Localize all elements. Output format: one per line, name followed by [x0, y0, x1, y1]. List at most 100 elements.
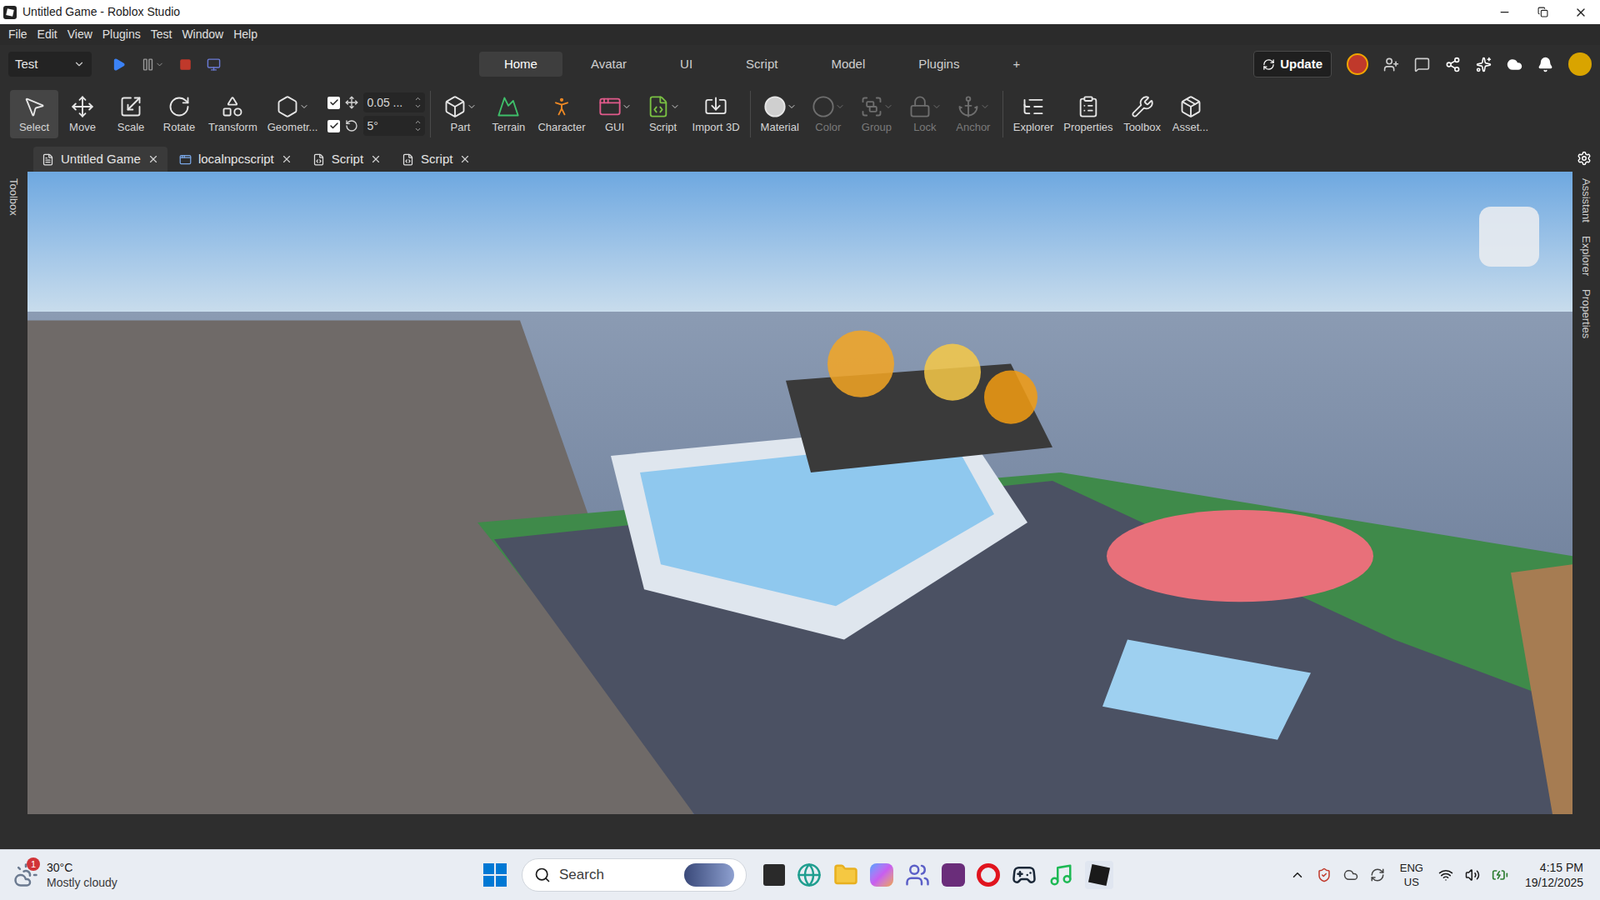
close-tab-icon[interactable] — [147, 153, 160, 165]
menu-item[interactable]: Plugins — [97, 25, 146, 44]
sync-icon[interactable] — [1370, 867, 1385, 883]
bell-icon[interactable] — [1537, 56, 1554, 73]
snap-field[interactable]: 5° — [363, 115, 425, 136]
profile-icon[interactable] — [1568, 52, 1592, 76]
user-plus-icon[interactable] — [1383, 56, 1400, 73]
language-indicator[interactable]: ENGUS — [1396, 860, 1427, 890]
ribbon-tab[interactable]: + — [987, 51, 1045, 78]
menu-item[interactable]: File — [3, 25, 33, 44]
document-tab[interactable]: Script — [304, 146, 390, 172]
dock-tab[interactable]: Explorer — [1575, 235, 1599, 276]
tray-overflow-icon[interactable] — [1290, 867, 1305, 883]
insert-button[interactable]: Character — [532, 90, 590, 139]
snap-checkbox[interactable] — [327, 120, 340, 133]
insert-button[interactable]: Script — [639, 90, 688, 139]
spin-down-icon[interactable] — [414, 125, 422, 134]
panel-button[interactable]: Toolbox — [1118, 90, 1167, 139]
panel-button[interactable]: Explorer — [1008, 90, 1059, 139]
menu-item[interactable]: Edit — [32, 25, 63, 44]
document-tab[interactable]: localnpcscript — [170, 146, 301, 172]
tool-button-icon — [167, 95, 191, 119]
stop-icon[interactable] — [179, 58, 192, 71]
sparkles-icon[interactable] — [1475, 56, 1492, 73]
ribbon-tab[interactable]: Home — [479, 51, 563, 78]
snap-checkbox[interactable] — [327, 96, 340, 110]
insert-button-icon — [598, 95, 622, 119]
close-tab-icon[interactable] — [370, 153, 382, 165]
spin-up-icon[interactable] — [414, 118, 422, 126]
share-icon[interactable] — [1445, 56, 1461, 73]
document-tab[interactable]: Untitled Game — [33, 146, 168, 172]
menu-item[interactable]: Help — [228, 25, 263, 44]
minimize-button[interactable] — [1485, 0, 1524, 25]
spotify-icon[interactable] — [1048, 862, 1074, 888]
tool-button[interactable]: Geometr... — [262, 90, 324, 139]
security-icon[interactable] — [1316, 867, 1332, 883]
tool-button[interactable]: Scale — [106, 90, 155, 139]
ribbon-tab[interactable]: Avatar — [565, 51, 652, 78]
ribbon-tab[interactable]: Script — [720, 51, 803, 78]
insert-button[interactable]: Terrain — [484, 90, 533, 139]
insert-button[interactable]: GUI — [590, 90, 640, 139]
edit-button[interactable]: Anchor — [949, 90, 998, 139]
view-cube-icon[interactable] — [1479, 206, 1540, 267]
menu-item[interactable]: Window — [176, 25, 229, 44]
tool-button[interactable]: Rotate — [155, 90, 204, 139]
close-button[interactable] — [1561, 0, 1600, 25]
teams-icon[interactable] — [905, 862, 930, 888]
ribbon-tab[interactable]: UI — [655, 51, 718, 78]
pdf-app-icon[interactable] — [941, 863, 965, 887]
avatar-icon[interactable] — [1346, 53, 1369, 75]
task-view-icon[interactable] — [763, 864, 785, 886]
spin-down-icon[interactable] — [414, 102, 422, 110]
close-tab-icon[interactable] — [280, 153, 293, 165]
tool-button[interactable]: Select — [10, 90, 59, 139]
dock-tab[interactable]: Properties — [1575, 289, 1599, 339]
settings-icon[interactable] — [1576, 150, 1592, 166]
battery-icon[interactable] — [1491, 866, 1509, 884]
menu-item[interactable]: Test — [145, 25, 178, 44]
edit-button[interactable]: Color — [804, 90, 853, 139]
pause-icon[interactable] — [140, 57, 155, 72]
restore-button[interactable] — [1523, 0, 1562, 25]
panel-button[interactable]: Properties — [1058, 90, 1118, 139]
copilot-icon[interactable] — [870, 863, 894, 887]
ribbon-tab[interactable]: Plugins — [893, 51, 985, 78]
steam-icon[interactable] — [1011, 862, 1037, 888]
search-box[interactable]: Search — [521, 858, 747, 892]
wifi-icon[interactable] — [1438, 867, 1454, 883]
tool-button[interactable]: Move — [58, 90, 107, 139]
clock[interactable]: 4:15 PM19/12/2025 — [1520, 860, 1589, 890]
monitor-icon[interactable] — [206, 57, 221, 72]
roblox-studio-icon[interactable] — [1085, 860, 1114, 890]
menu-item[interactable]: View — [62, 25, 98, 44]
document-tab[interactable]: Script — [393, 146, 480, 172]
snap-field[interactable]: 0.05 ... — [363, 92, 425, 113]
insert-button[interactable]: Part — [435, 90, 485, 139]
cloud-icon[interactable] — [1506, 56, 1523, 73]
onedrive-icon[interactable] — [1343, 867, 1359, 883]
play-icon[interactable] — [111, 57, 126, 72]
panel-button[interactable]: Asset... — [1166, 90, 1215, 139]
edit-button[interactable]: Group — [852, 90, 901, 139]
tool-button[interactable]: Transform — [203, 90, 263, 139]
dock-tab[interactable]: Toolbox — [2, 178, 26, 216]
viewport[interactable] — [27, 171, 1573, 815]
edit-button[interactable]: Material — [755, 90, 805, 139]
ribbon-tab[interactable]: Model — [805, 51, 890, 78]
start-button-icon[interactable] — [478, 858, 512, 892]
chat-icon[interactable] — [1414, 56, 1430, 73]
dock-tab[interactable]: Assistant — [1575, 178, 1599, 223]
volume-icon[interactable] — [1465, 867, 1480, 883]
edit-button[interactable]: Lock — [900, 90, 950, 139]
opera-icon[interactable] — [976, 863, 1000, 887]
mode-dropdown[interactable]: Test — [8, 51, 92, 77]
insert-button[interactable]: Import 3D — [687, 90, 745, 139]
local-script-icon — [179, 153, 192, 166]
weather-widget[interactable]: 130°CMostly cloudy — [11, 860, 479, 890]
edge-icon[interactable] — [796, 862, 822, 888]
file-explorer-icon[interactable] — [833, 862, 859, 888]
spin-up-icon[interactable] — [414, 95, 422, 103]
update-button[interactable]: Update — [1253, 50, 1332, 79]
close-tab-icon[interactable] — [459, 153, 471, 165]
